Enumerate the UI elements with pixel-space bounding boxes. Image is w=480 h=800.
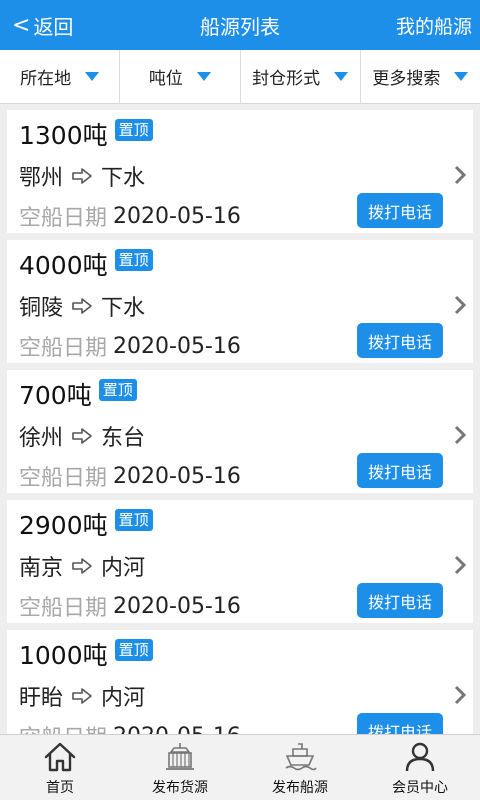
- tab-home[interactable]: 首页: [0, 735, 120, 800]
- chevron-right-icon: [454, 165, 467, 185]
- route-arrow-icon: [72, 428, 92, 444]
- listing-tonnage-row: 4000吨 置顶: [19, 246, 153, 282]
- pinned-badge: 置顶: [98, 379, 137, 401]
- ship-icon: [285, 743, 317, 771]
- route-from: 徐州: [19, 426, 64, 451]
- dropdown-triangle-icon: [196, 72, 211, 81]
- my-ship-sources-link[interactable]: 我的船源: [396, 0, 472, 50]
- listing-date-row: 空船日期 2020-05-16: [19, 590, 241, 622]
- filter-tonnage[interactable]: 吨位: [120, 50, 241, 103]
- filter-location[interactable]: 所在地: [0, 50, 121, 103]
- call-button[interactable]: 拨打电话: [357, 323, 443, 358]
- filter-tonnage-label: 吨位: [148, 69, 183, 89]
- listing-tonnage: 700吨: [19, 381, 92, 410]
- user-icon: [405, 742, 435, 772]
- pinned-badge: 置顶: [114, 119, 153, 141]
- empty-ship-date-label: 空船日期: [19, 596, 108, 621]
- pinned-badge: 置顶: [114, 249, 153, 271]
- back-chevron-icon: <: [12, 12, 31, 38]
- tab-home-label: 首页: [46, 780, 74, 796]
- pinned-badge: 置顶: [114, 639, 153, 661]
- filter-hatch-type-label: 封仓形式: [252, 69, 321, 89]
- pinned-badge: 置顶: [114, 509, 153, 531]
- route-to: 下水: [101, 296, 146, 321]
- listing-card[interactable]: 4000吨 置顶 铜陵 下水 空船日期 2020-05-16 拨打电话: [7, 240, 473, 363]
- call-button[interactable]: 拨打电话: [357, 453, 443, 488]
- listing-date-row: 空船日期 2020-05-16: [19, 720, 241, 735]
- route-from: 鄂州: [19, 166, 64, 191]
- tab-publish-cargo[interactable]: 发布货源: [120, 735, 240, 800]
- chevron-right-icon: [454, 555, 467, 575]
- filter-bar: 所在地 吨位 封仓形式 更多搜索: [0, 50, 480, 104]
- listing-date-row: 空船日期 2020-05-16: [19, 200, 241, 232]
- empty-ship-date: 2020-05-16: [113, 463, 241, 489]
- listing-tonnage: 1300吨: [19, 121, 108, 150]
- home-icon: [44, 742, 76, 772]
- listing-date-row: 空船日期 2020-05-16: [19, 330, 241, 362]
- filter-hatch-type[interactable]: 封仓形式: [241, 50, 361, 103]
- empty-ship-date-label: 空船日期: [19, 466, 108, 491]
- empty-ship-date-label: 空船日期: [19, 720, 107, 734]
- chevron-right-icon: [454, 685, 467, 705]
- route-from: 盱眙: [19, 686, 64, 711]
- bottom-tab-bar: 首页 发布货源 发布船源 会员中心: [0, 734, 480, 800]
- call-button[interactable]: 拨打电话: [357, 713, 443, 734]
- route-to: 东台: [101, 426, 146, 451]
- listing-tonnage-row: 2900吨 置顶: [19, 506, 153, 542]
- dropdown-triangle-icon: [454, 72, 469, 81]
- tab-publish-ship-label: 发布船源: [272, 780, 328, 796]
- cargo-icon: [166, 743, 194, 770]
- listing-route: 南京 内河: [19, 550, 145, 582]
- listing-date-row: 空船日期 2020-05-16: [19, 460, 241, 492]
- listing-tonnage: 1000吨: [19, 641, 108, 670]
- listing-route: 鄂州 下水: [19, 160, 145, 192]
- listing-route: 铜陵 下水: [19, 290, 145, 322]
- listing-route: 徐州 东台: [19, 420, 145, 452]
- tab-member-center-label: 会员中心: [392, 780, 448, 796]
- listing-card[interactable]: 700吨 置顶 徐州 东台 空船日期 2020-05-16 拨打电话: [7, 370, 473, 493]
- listing-route: 盱眙 内河: [19, 680, 145, 712]
- listing-card[interactable]: 1300吨 置顶 鄂州 下水 空船日期 2020-05-16 拨打电话: [7, 110, 473, 233]
- listing-tonnage: 4000吨: [19, 251, 108, 280]
- filter-location-label: 所在地: [20, 69, 72, 89]
- filter-more-search-label: 更多搜索: [372, 69, 441, 89]
- dropdown-triangle-icon: [334, 72, 349, 81]
- route-arrow-icon: [72, 298, 92, 314]
- dropdown-triangle-icon: [85, 72, 100, 81]
- route-to: 内河: [101, 686, 146, 711]
- route-from: 铜陵: [19, 296, 64, 321]
- top-nav-bar: < 返回 船源列表 我的船源: [0, 0, 480, 50]
- route-to: 下水: [101, 166, 146, 191]
- chevron-right-icon: [454, 425, 467, 445]
- route-arrow-icon: [72, 558, 92, 574]
- tab-publish-cargo-label: 发布货源: [152, 780, 208, 796]
- empty-ship-date: 2020-05-16: [113, 724, 241, 735]
- ship-listing-list[interactable]: 1300吨 置顶 鄂州 下水 空船日期 2020-05-16 拨打电话 4000…: [0, 104, 480, 734]
- chevron-right-icon: [454, 295, 467, 315]
- listing-card[interactable]: 2900吨 置顶 南京 内河 空船日期 2020-05-16 拨打电话: [7, 500, 473, 623]
- listing-tonnage: 2900吨: [19, 511, 108, 540]
- call-button[interactable]: 拨打电话: [357, 583, 443, 618]
- route-to: 内河: [101, 556, 146, 581]
- back-button[interactable]: < 返回: [12, 0, 73, 50]
- listing-tonnage-row: 700吨 置顶: [19, 376, 137, 412]
- listing-card[interactable]: 1000吨 置顶 盱眙 内河 空船日期 2020-05-16 拨打电话: [7, 630, 473, 734]
- empty-ship-date: 2020-05-16: [113, 203, 241, 229]
- empty-ship-date: 2020-05-16: [113, 593, 241, 619]
- empty-ship-date: 2020-05-16: [113, 333, 241, 359]
- call-button[interactable]: 拨打电话: [357, 193, 443, 228]
- empty-ship-date-label: 空船日期: [19, 206, 108, 231]
- back-label: 返回: [33, 14, 74, 39]
- filter-more-search[interactable]: 更多搜索: [361, 50, 480, 103]
- route-arrow-icon: [72, 688, 92, 704]
- route-arrow-icon: [72, 168, 92, 184]
- tab-member-center[interactable]: 会员中心: [360, 735, 480, 800]
- empty-ship-date-label: 空船日期: [19, 336, 108, 361]
- listing-tonnage-row: 1300吨 置顶: [19, 116, 153, 152]
- listing-tonnage-row: 1000吨 置顶: [19, 636, 153, 672]
- tab-publish-ship[interactable]: 发布船源: [240, 735, 360, 800]
- route-from: 南京: [19, 556, 64, 581]
